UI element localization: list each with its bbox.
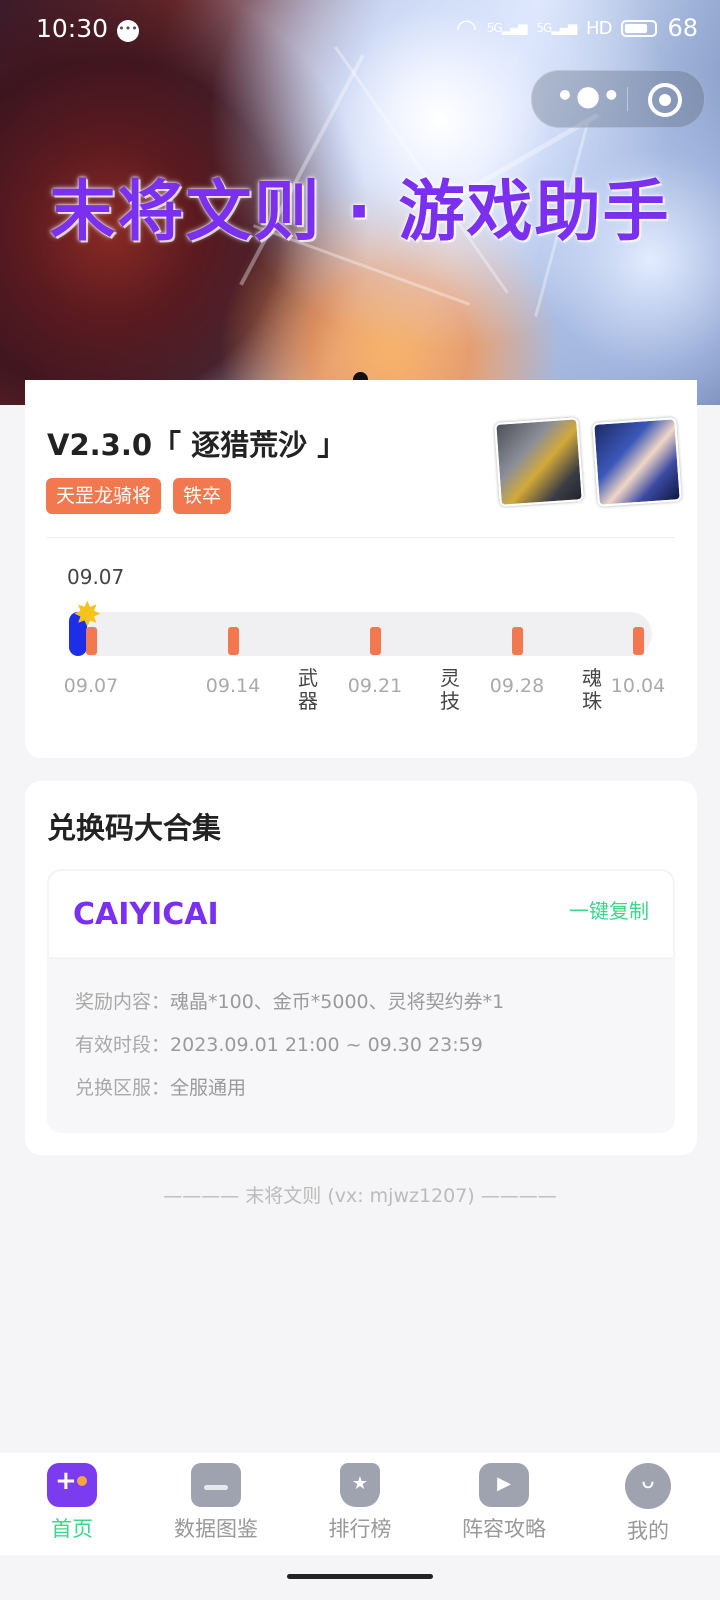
status-right: ◠ 5G▂▄▆ 5G▂▄▆ HD 68 — [456, 14, 698, 42]
tab-label: 数据图鉴 — [174, 1517, 258, 1541]
code-header: CAIYICAI 一键复制 — [47, 869, 675, 959]
timeline-marker — [228, 627, 239, 655]
tab-label: 阵容攻略 — [462, 1517, 546, 1541]
tab-label: 首页 — [51, 1517, 93, 1541]
timeline-marker — [633, 627, 644, 655]
timeline-track — [69, 612, 652, 656]
timeline-current-date: 09.07 — [67, 565, 125, 589]
redeem-code: CAIYICAI — [73, 897, 219, 932]
copy-button[interactable]: 一键复制 — [569, 895, 649, 924]
section-title: 兑换码大合集 — [47, 811, 222, 845]
signal-icon-1: 5G▂▄▆ — [486, 21, 528, 35]
timeline-date-label: 10.04 — [610, 675, 666, 697]
reward-key: 奖励内容： — [75, 991, 171, 1013]
server-value: 全服通用 — [170, 1077, 247, 1099]
home-indicator[interactable] — [287, 1574, 433, 1579]
hero-portrait-mech[interactable] — [494, 417, 584, 507]
timeline-date-label: 09.07 — [63, 675, 119, 697]
more-icon[interactable]: •●• — [556, 81, 620, 111]
server-key: 兑换区服： — [75, 1077, 171, 1099]
gamepad-icon — [47, 1463, 97, 1507]
tab-profile[interactable]: 我的 — [578, 1463, 718, 1545]
hero-portrait-girl[interactable] — [592, 417, 682, 507]
tab-home[interactable]: 首页 — [2, 1463, 142, 1543]
valid-info: 有效时段：2023.09.01 21:00 ~ 09.30 23:59 — [75, 1030, 483, 1057]
battery-icon — [621, 19, 658, 37]
timeline-date-label: 09.28 — [489, 675, 545, 697]
current-star-icon: ✸ — [73, 595, 102, 635]
battery-level: 68 — [667, 14, 698, 42]
trophy-icon — [340, 1463, 380, 1507]
server-info: 兑换区服：全服通用 — [75, 1073, 246, 1100]
tab-label: 我的 — [627, 1519, 669, 1543]
message-icon: ••• — [117, 20, 139, 42]
hd-icon: HD — [586, 17, 612, 39]
redeem-code-card: 兑换码大合集 CAIYICAI 一键复制 奖励内容：魂晶*100、金币*5000… — [25, 781, 697, 1155]
hero-banner[interactable]: 末将文则 · 游戏助手 — [0, 0, 720, 405]
footer-note: ———— 末将文则 (vx: mjwz1207) ———— — [163, 1185, 557, 1207]
reward-value: 魂晶*100、金币*5000、灵将契约券*1 — [170, 991, 505, 1013]
timeline-marker — [370, 627, 381, 655]
tv-icon — [479, 1463, 529, 1507]
wifi-icon: ◠ — [455, 14, 477, 42]
signal-icon-2: 5G▂▄▆ — [536, 21, 577, 35]
profile-icon — [625, 1463, 671, 1509]
divider — [47, 537, 675, 538]
tab-ranking[interactable]: 排行榜 — [290, 1463, 430, 1543]
valid-key: 有效时段： — [75, 1034, 171, 1056]
tab-lineup-guide[interactable]: 阵容攻略 — [434, 1463, 574, 1543]
tab-label: 排行榜 — [328, 1517, 392, 1541]
valid-value: 2023.09.01 21:00 ~ 09.30 23:59 — [170, 1034, 483, 1056]
tag-unit[interactable]: 铁卒 — [173, 478, 232, 514]
status-bar: 10:30 ••• ◠ 5G▂▄▆ 5G▂▄▆ HD 68 — [0, 0, 720, 60]
reward-info: 奖励内容：魂晶*100、金币*5000、灵将契约券*1 — [75, 987, 504, 1014]
version-title: V2.3.0「 逐猎荒沙 」 — [47, 428, 347, 462]
close-miniprogram-icon[interactable] — [648, 83, 682, 117]
timeline-event-skill[interactable]: 灵技 — [438, 667, 462, 713]
folder-icon — [191, 1463, 241, 1507]
tab-data-atlas[interactable]: 数据图鉴 — [146, 1463, 286, 1543]
status-time: 10:30 — [36, 14, 109, 43]
timeline-event-orb[interactable]: 魂珠 — [580, 667, 604, 713]
timeline-date-label: 09.14 — [205, 675, 261, 697]
tag-hero[interactable]: 天罡龙骑将 — [46, 478, 162, 514]
timeline-marker — [512, 627, 523, 655]
code-item: CAIYICAI 一键复制 奖励内容：魂晶*100、金币*5000、灵将契约券*… — [47, 869, 675, 1133]
bottom-tab-bar: 首页 数据图鉴 排行榜 阵容攻略 我的 — [0, 1453, 720, 1555]
version-card: V2.3.0「 逐猎荒沙 」 天罡龙骑将 铁卒 09.07 ✸ 09.07 09… — [25, 380, 697, 758]
timeline-event-weapon[interactable]: 武器 — [296, 667, 320, 713]
timeline-date-label: 09.21 — [347, 675, 403, 697]
capsule-divider — [627, 87, 628, 111]
miniprogram-capsule: •●• — [531, 70, 705, 128]
banner-title: 末将文则 · 游戏助手 — [49, 173, 671, 250]
